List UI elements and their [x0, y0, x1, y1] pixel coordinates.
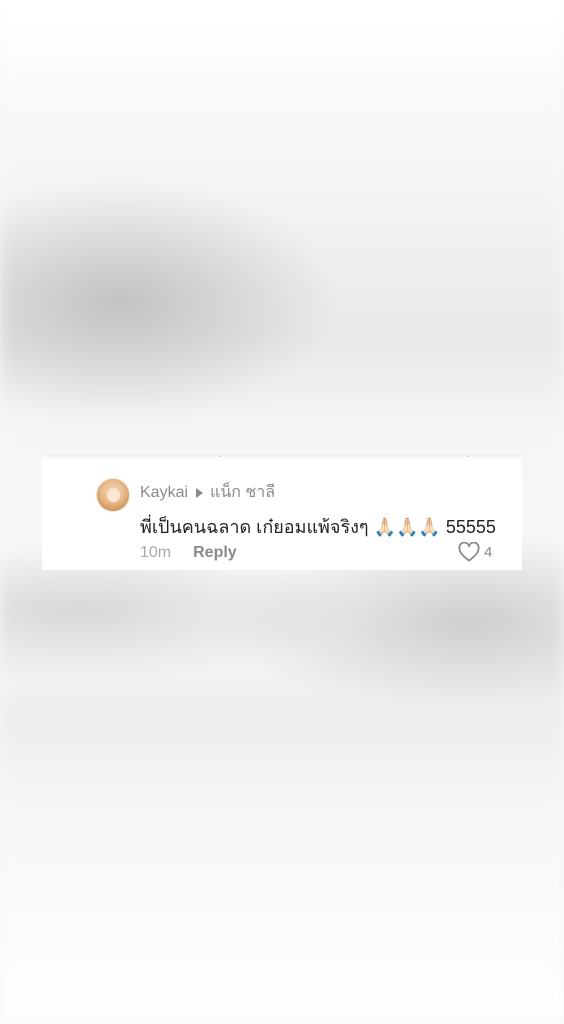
heart-outline-icon	[458, 542, 480, 562]
cropped-icon-remnant: ·	[466, 454, 470, 462]
comment-time: 10m	[140, 544, 172, 561]
cropped-text-remnant: ·	[218, 454, 222, 462]
like-count: 4	[484, 543, 493, 561]
background-fade	[0, 0, 564, 70]
reply-to-username[interactable]: แน็ก ชาลี	[210, 480, 275, 505]
comment-meta: 10m Reply	[140, 544, 237, 562]
like-button[interactable]: 4	[458, 542, 492, 562]
card-divider	[42, 454, 522, 460]
right-triangle-icon	[196, 487, 204, 498]
comment-card: · · Kaykai แน็ก ชาลี พี่เป็นคนฉลาด เก๋ยอ…	[42, 454, 522, 570]
reply-button[interactable]: Reply	[193, 544, 237, 562]
comment-header: Kaykai แน็ก ชาลี	[140, 480, 275, 505]
avatar-face	[107, 488, 120, 502]
avatar[interactable]	[96, 478, 130, 512]
username[interactable]: Kaykai	[140, 484, 188, 502]
comment-text: พี่เป็นคนฉลาด เก๋ยอมแพ้จริงๆ 🙏🏻🙏🏻🙏🏻 5555…	[140, 517, 496, 537]
